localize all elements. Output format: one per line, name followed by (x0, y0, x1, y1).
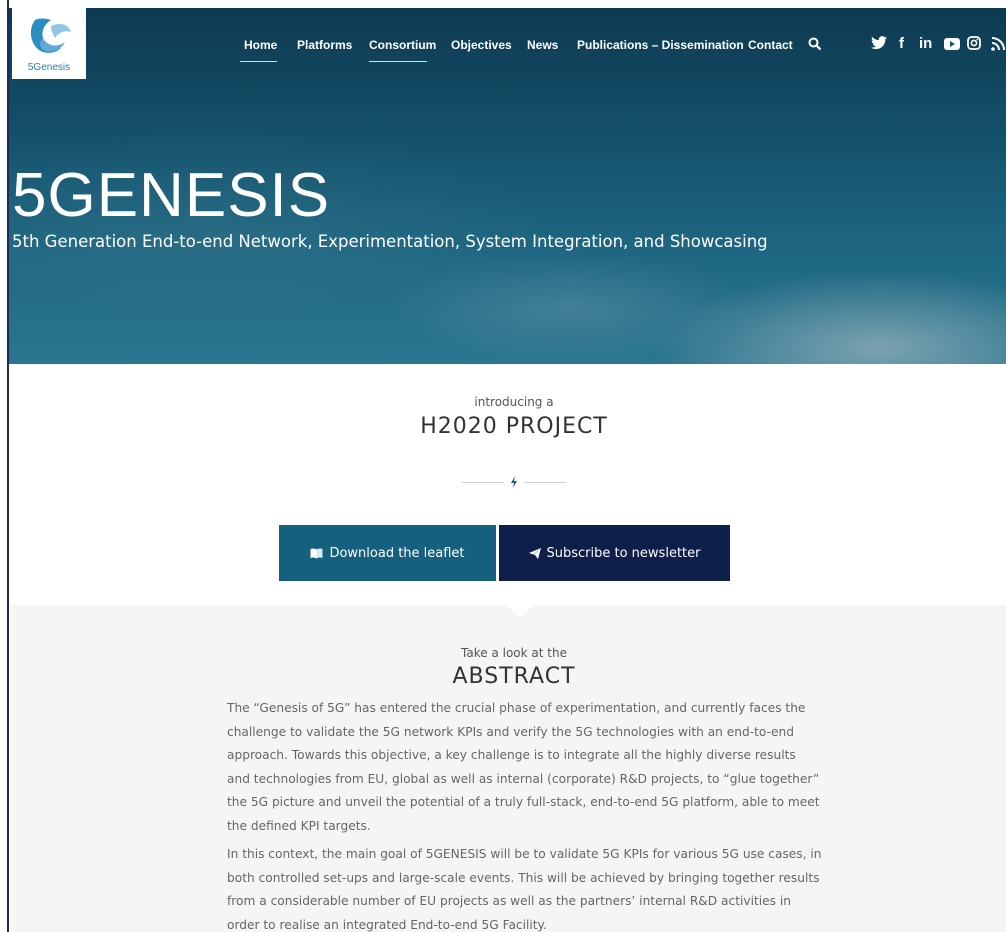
section-notch (506, 604, 534, 618)
subscribe-newsletter-button[interactable]: Subscribe to newsletter (499, 525, 730, 581)
paper-plane-icon (528, 547, 541, 559)
hero-title: 5GENESIS (12, 161, 331, 230)
hero-subtitle: 5th Generation End-to-end Network, Exper… (12, 232, 768, 251)
nav-item-platforms[interactable]: Platforms (297, 38, 352, 52)
divider-right (524, 482, 566, 483)
search-icon[interactable] (808, 37, 822, 51)
abstract-eyebrow: Take a look at the (461, 646, 567, 660)
download-leaflet-button[interactable]: Download the leaflet (279, 525, 496, 581)
nav-item-objectives[interactable]: Objectives (451, 38, 512, 52)
rss-icon[interactable] (991, 37, 1005, 51)
screenshot-top-margin (0, 0, 1006, 8)
download-leaflet-label: Download the leaflet (329, 545, 465, 561)
nav-item-publications[interactable]: Publications – Dissemination (577, 38, 744, 52)
logo-text: 5Genesis (27, 62, 71, 73)
twitter-icon[interactable] (871, 36, 887, 50)
abstract-section: Take a look at the ABSTRACT The “Genesis… (11, 604, 1006, 932)
linkedin-icon[interactable]: in (919, 35, 932, 52)
intro-eyebrow: introducing a (474, 395, 554, 409)
nav-item-news[interactable]: News (527, 38, 558, 52)
nav-item-consortium[interactable]: Consortium (369, 38, 436, 52)
divider-left (462, 482, 504, 483)
intro-heading: H2020 PROJECT (420, 414, 608, 439)
site-logo[interactable]: 5Genesis (12, 8, 86, 79)
dove-logo-icon (30, 18, 71, 53)
hero-banner: 5Genesis Home Platforms Consortium Objec… (9, 8, 1006, 364)
page: 5Genesis Home Platforms Consortium Objec… (0, 0, 1006, 932)
facebook-icon[interactable]: f (899, 35, 904, 52)
nav-consortium-hover-indicator (369, 61, 427, 62)
instagram-icon[interactable] (967, 36, 981, 50)
abstract-paragraph-2: In this context, the main goal of 5GENES… (227, 847, 822, 932)
youtube-icon[interactable] (944, 38, 960, 50)
book-icon (310, 547, 323, 559)
nav-item-home[interactable]: Home (244, 38, 277, 52)
screenshot-left-border (0, 0, 9, 932)
nav-item-contact[interactable]: Contact (748, 38, 793, 52)
subscribe-newsletter-label: Subscribe to newsletter (546, 545, 701, 561)
nav-home-active-indicator (240, 61, 277, 62)
abstract-paragraph-1: The “Genesis of 5G” has entered the cruc… (227, 701, 820, 833)
abstract-heading: ABSTRACT (452, 664, 576, 689)
lightning-bolt-icon (511, 476, 517, 488)
